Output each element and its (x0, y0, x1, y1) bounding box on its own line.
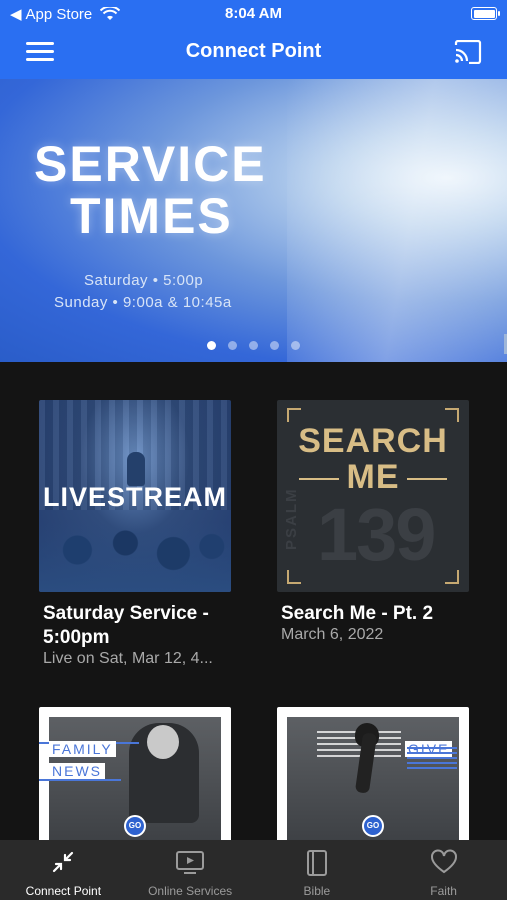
banner-sunday-time: Sunday • 9:00a & 10:45a (54, 294, 232, 311)
card-subtitle: Live on Sat, Mar 12, 4... (43, 650, 213, 667)
go-button[interactable]: GO (124, 815, 146, 837)
tab-label: Bible (303, 884, 331, 898)
livestream-card[interactable]: LIVESTREAM Saturday Service - 5:00pm Liv… (39, 400, 231, 667)
cast-icon[interactable] (454, 40, 482, 64)
compress-arrows-icon (53, 851, 74, 873)
battery-icon (471, 7, 500, 20)
tab-faith[interactable]: Faith (380, 840, 507, 900)
livestream-thumbnail[interactable]: LIVESTREAM (39, 400, 231, 592)
family-tag: FAMILY (49, 741, 116, 757)
search-me-thumb-line2: ME (346, 458, 400, 496)
banner-title-line2: TIMES (70, 188, 233, 244)
service-times-banner[interactable]: SERVICE TIMES Saturday • 5:00p Sunday • … (0, 79, 507, 362)
go-button[interactable]: GO (362, 815, 384, 837)
search-me-card[interactable]: 139 PSALM SEARCH ME Search Me - Pt. 2 Ma… (277, 400, 469, 643)
tv-play-icon (176, 851, 205, 874)
book-icon (306, 850, 327, 876)
carousel-dot-5[interactable] (291, 341, 300, 350)
carousel-dot-3[interactable] (249, 341, 258, 350)
tab-bible[interactable]: Bible (254, 840, 381, 900)
status-time: 8:04 AM (225, 5, 282, 22)
tab-online-services[interactable]: Online Services (127, 840, 254, 900)
banner-saturday-time: Saturday • 5:00p (84, 272, 204, 289)
search-me-thumb-line1: SEARCH (298, 422, 448, 460)
carousel-page-indicator[interactable] (0, 341, 507, 350)
psalm-number: 139 (317, 493, 436, 576)
card-title: Saturday Service - 5:00pm (43, 603, 209, 648)
banner-title-line1: SERVICE (34, 136, 267, 192)
top-bar: ◀ App Store 8:04 AM Connect Point (0, 0, 507, 79)
status-bar: ◀ App Store 8:04 AM (0, 0, 507, 28)
card-title: Search Me - Pt. 2 (281, 603, 434, 624)
card-subtitle: March 6, 2022 (281, 626, 384, 643)
news-tag: NEWS (49, 763, 105, 779)
carousel-dot-4[interactable] (270, 341, 279, 350)
page-title: Connect Point (185, 40, 322, 62)
tab-label: Connect Point (25, 884, 102, 898)
tab-connect-point[interactable]: Connect Point (0, 840, 127, 900)
tab-label: Faith (430, 884, 457, 898)
app-header: Connect Point (0, 28, 507, 79)
livestream-thumb-label: LIVESTREAM (42, 482, 227, 512)
search-me-thumbnail[interactable]: 139 PSALM SEARCH ME (277, 400, 469, 592)
tab-label: Online Services (148, 884, 233, 898)
carousel-dot-1[interactable] (207, 341, 216, 350)
carousel-dot-2[interactable] (228, 341, 237, 350)
heart-icon (430, 849, 457, 874)
tab-bar: Connect Point Online Services Bible Fait… (0, 840, 507, 900)
